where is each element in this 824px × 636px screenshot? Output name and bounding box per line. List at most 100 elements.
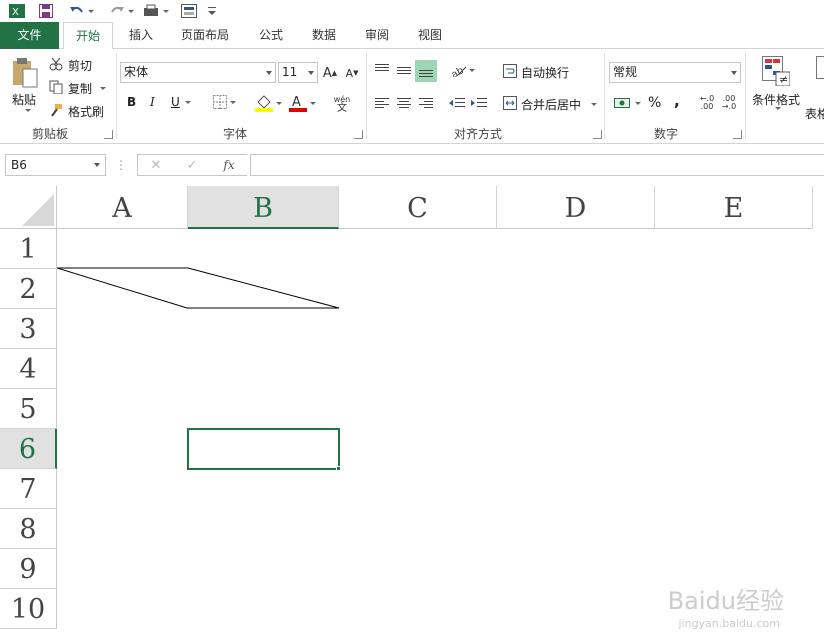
increase-decimal-icon[interactable]: ←.0.00	[697, 93, 717, 113]
parallelogram-shape[interactable]	[57, 229, 824, 636]
column-header-c[interactable]: C	[339, 186, 497, 229]
undo-icon[interactable]	[66, 2, 96, 20]
copy-button[interactable]: 复制	[68, 80, 107, 97]
currency-icon[interactable]	[612, 94, 642, 112]
redo-icon[interactable]	[106, 2, 136, 20]
format-painter-button[interactable]: 格式刷	[68, 103, 104, 120]
row-header-9[interactable]: 9	[0, 549, 57, 589]
customize-icon[interactable]	[206, 2, 218, 20]
number-group-label: 数字	[653, 127, 678, 141]
format-as-table-icon	[816, 55, 824, 87]
align-center-icon[interactable]	[395, 94, 413, 112]
conditional-format-dropdown[interactable]	[772, 107, 781, 110]
conditional-format-button[interactable]: 条件格式	[752, 91, 800, 108]
align-middle-icon[interactable]	[395, 61, 413, 79]
svg-text:X: X	[12, 7, 19, 18]
drag-handle-icon[interactable]: ⋮	[115, 158, 127, 172]
underline-button[interactable]: U	[171, 95, 191, 109]
svg-text:A: A	[292, 95, 301, 110]
column-header-b[interactable]: B	[188, 186, 339, 229]
column-header-d[interactable]: D	[497, 186, 655, 229]
enter-icon[interactable]: ✓	[182, 157, 202, 173]
merge-center-button[interactable]: 合并后居中	[521, 96, 598, 113]
save-icon[interactable]	[37, 2, 55, 20]
orientation-icon[interactable]: ab	[448, 61, 476, 79]
decrease-decimal-icon[interactable]: .00 →.0	[719, 93, 739, 113]
tab-data[interactable]: 数据	[301, 22, 347, 49]
percent-button[interactable]: %	[648, 95, 661, 111]
increase-indent-icon[interactable]	[470, 94, 488, 112]
font-launcher[interactable]	[354, 130, 363, 139]
column-header-a[interactable]: A	[57, 186, 188, 229]
paste-dropdown[interactable]	[22, 109, 31, 112]
align-left-icon[interactable]	[373, 94, 391, 112]
copy-icon	[48, 79, 64, 95]
wrap-text-icon	[502, 63, 518, 79]
cut-icon	[48, 56, 64, 72]
row-header-10[interactable]: 10	[0, 589, 57, 629]
format-as-table-button[interactable]: 表格	[805, 105, 824, 122]
number-launcher[interactable]	[733, 130, 742, 139]
fill-color-icon[interactable]	[253, 93, 283, 113]
group-divider	[745, 53, 746, 139]
decrease-font-icon[interactable]: A ▼	[344, 63, 360, 83]
align-top-icon[interactable]	[373, 61, 391, 79]
clipboard-launcher[interactable]	[104, 130, 113, 139]
number-format-combo[interactable]: 常规	[609, 62, 741, 83]
row-header-5[interactable]: 5	[0, 389, 57, 429]
column-header-e[interactable]: E	[655, 186, 813, 229]
alignment-launcher[interactable]	[593, 130, 602, 139]
wrap-text-button[interactable]: 自动换行	[521, 64, 569, 81]
active-cell-b6[interactable]	[187, 428, 340, 470]
italic-button[interactable]: I	[150, 95, 155, 109]
paste-icon[interactable]	[10, 55, 40, 91]
ribbon-tabs: 文件 开始 插入 页面布局 公式 数据 审阅 视图	[0, 22, 824, 50]
name-box[interactable]: B6	[5, 154, 106, 176]
row-header-6[interactable]: 6	[0, 429, 57, 469]
ribbon: 粘贴 剪切 复制 格式刷 剪贴板 宋体 11 A ▲ A ▼ B I U A wén…	[0, 49, 824, 144]
increase-font-icon[interactable]: A ▲	[322, 63, 338, 83]
print-preview-icon[interactable]	[140, 2, 170, 20]
alignment-group-label: 对齐方式	[453, 127, 502, 141]
phonetic-icon[interactable]: wén 文	[331, 93, 353, 115]
border-icon[interactable]	[210, 94, 238, 110]
align-right-icon[interactable]	[417, 94, 435, 112]
row-header-2[interactable]: 2	[0, 269, 57, 309]
bold-button[interactable]: B	[127, 95, 136, 109]
row-header-7[interactable]: 7	[0, 469, 57, 509]
tab-review[interactable]: 审阅	[354, 22, 400, 49]
tab-insert[interactable]: 插入	[118, 22, 164, 49]
tab-home[interactable]: 开始	[63, 22, 113, 50]
svg-text:≠: ≠	[779, 73, 788, 86]
font-color-icon[interactable]: A	[287, 93, 317, 113]
watermark-brand: Baidu经验	[667, 587, 784, 615]
decrease-indent-icon[interactable]	[448, 94, 466, 112]
tab-page-layout[interactable]: 页面布局	[172, 22, 238, 49]
formula-input[interactable]	[250, 154, 824, 176]
fill-handle[interactable]	[336, 466, 341, 471]
row-header-3[interactable]: 3	[0, 309, 57, 349]
watermark-url: jingyan.baidu.com	[678, 617, 780, 630]
paste-button[interactable]: 粘贴	[12, 91, 36, 108]
select-all-corner[interactable]	[0, 186, 57, 229]
insert-function-icon[interactable]: fx	[218, 156, 240, 174]
align-bottom-icon[interactable]	[415, 60, 437, 82]
group-divider	[366, 53, 367, 139]
cut-button[interactable]: 剪切	[68, 57, 92, 74]
tab-file[interactable]: 文件	[0, 22, 59, 49]
font-size-combo[interactable]: 11	[278, 62, 318, 83]
form-icon[interactable]	[180, 2, 198, 20]
font-name-combo[interactable]: 宋体	[120, 62, 276, 83]
tab-formulas[interactable]: 公式	[248, 22, 294, 49]
group-divider	[604, 53, 605, 139]
row-header-4[interactable]: 4	[0, 349, 57, 389]
formula-bar: B6 ⋮ ✕ ✓ fx	[0, 144, 824, 186]
row-header-1[interactable]: 1	[0, 229, 57, 269]
font-group-label: 字体	[222, 127, 247, 141]
tab-view[interactable]: 视图	[407, 22, 453, 49]
comma-button[interactable]: ,	[674, 92, 680, 110]
cancel-icon[interactable]: ✕	[146, 157, 166, 173]
row-header-8[interactable]: 8	[0, 509, 57, 549]
cells-area[interactable]	[57, 229, 824, 636]
merge-center-icon	[502, 95, 518, 111]
